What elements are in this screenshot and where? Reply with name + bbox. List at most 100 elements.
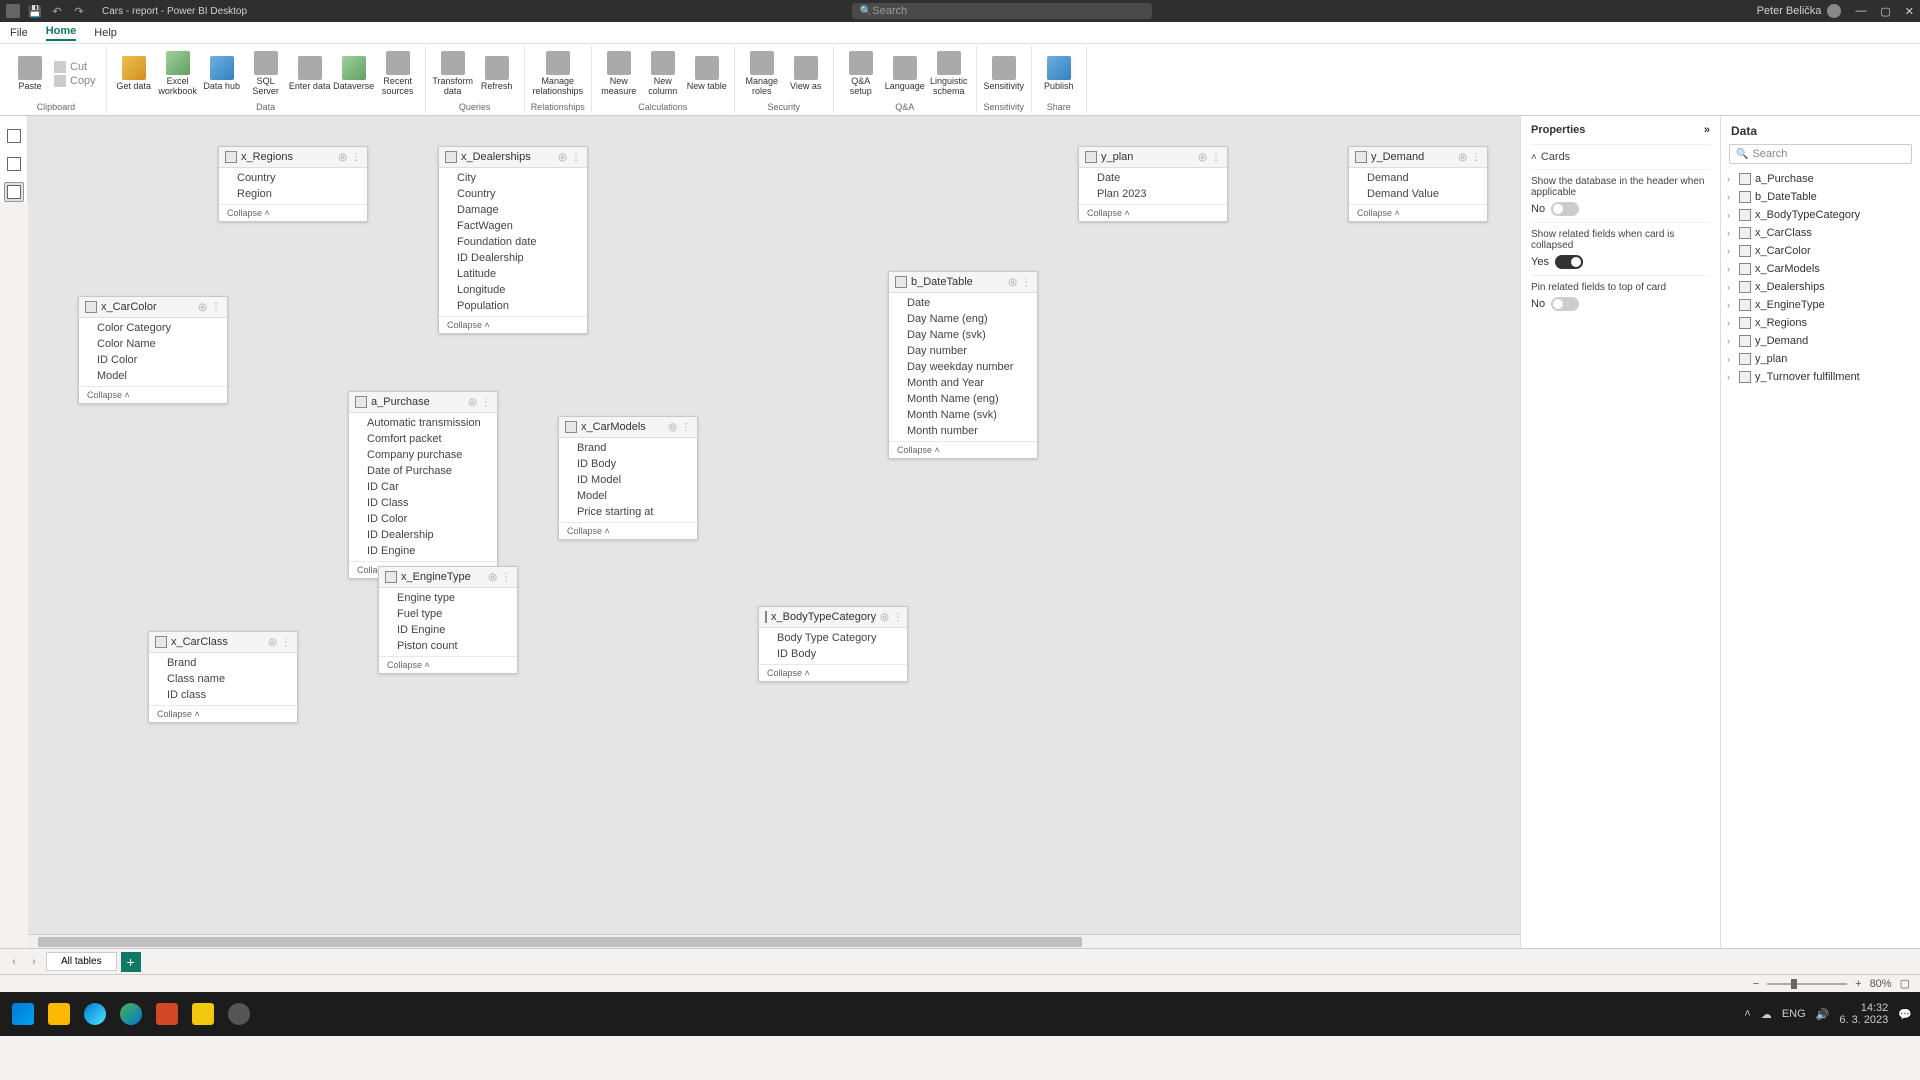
field-item[interactable]: FactWagen	[439, 218, 587, 234]
edge2-button[interactable]	[116, 999, 146, 1029]
more-icon[interactable]: ⋮	[211, 302, 221, 313]
field-item[interactable]: Day Name (svk)	[889, 327, 1037, 343]
more-icon[interactable]: ⋮	[893, 612, 903, 623]
field-item[interactable]: Engine type	[379, 590, 517, 606]
field-item[interactable]: Price starting at	[559, 504, 697, 520]
table-card-plan[interactable]: y_plan◎⋮DatePlan 2023Collapse ˄	[1078, 146, 1228, 222]
field-item[interactable]: Date	[889, 295, 1037, 311]
field-item[interactable]: ID class	[149, 687, 297, 703]
minimize-button[interactable]: —	[1855, 5, 1866, 18]
more-icon[interactable]: ⋮	[481, 397, 491, 408]
show-db-toggle[interactable]	[1551, 202, 1579, 216]
data-tree-item[interactable]: ›x_EngineType	[1725, 296, 1916, 314]
new-table-button[interactable]: New table	[686, 46, 728, 102]
table-card-demand[interactable]: y_Demand◎⋮DemandDemand ValueCollapse ˄	[1348, 146, 1488, 222]
field-item[interactable]: Foundation date	[439, 234, 587, 250]
collapse-link[interactable]: Collapse ˄	[559, 522, 697, 539]
close-button[interactable]: ✕	[1905, 5, 1914, 18]
data-view-button[interactable]	[4, 154, 24, 174]
field-item[interactable]: ID Color	[79, 352, 227, 368]
field-item[interactable]: ID Engine	[379, 622, 517, 638]
table-card-datetable[interactable]: b_DateTable◎⋮DateDay Name (eng)Day Name …	[888, 271, 1038, 459]
field-item[interactable]: ID Car	[349, 479, 497, 495]
more-icon[interactable]: ⋮	[681, 422, 691, 433]
tray-lang-icon[interactable]: ENG	[1782, 1008, 1806, 1020]
field-item[interactable]: Population	[439, 298, 587, 314]
field-item[interactable]: Model	[79, 368, 227, 384]
redo-icon[interactable]: ↷	[72, 4, 86, 18]
collapse-link[interactable]: Collapse ˄	[1349, 204, 1487, 221]
data-tree-item[interactable]: ›x_Regions	[1725, 314, 1916, 332]
collapse-link[interactable]: Collapse ˄	[1079, 204, 1227, 221]
settings-button[interactable]	[224, 999, 254, 1029]
field-item[interactable]: Date of Purchase	[349, 463, 497, 479]
eye-icon[interactable]: ◎	[198, 302, 207, 313]
user-account[interactable]: Peter Belička	[1757, 4, 1842, 18]
table-card-carcolor[interactable]: x_CarColor◎⋮Color CategoryColor NameID C…	[78, 296, 228, 404]
field-item[interactable]: Company purchase	[349, 447, 497, 463]
field-item[interactable]: Longitude	[439, 282, 587, 298]
tab-all-tables[interactable]: All tables	[46, 952, 117, 971]
field-item[interactable]: Region	[219, 186, 367, 202]
pin-fields-toggle[interactable]	[1551, 297, 1579, 311]
field-item[interactable]: Month Name (eng)	[889, 391, 1037, 407]
powerpoint-button[interactable]	[152, 999, 182, 1029]
collapse-link[interactable]: Collapse ˄	[79, 386, 227, 403]
data-tree-item[interactable]: ›a_Purchase	[1725, 170, 1916, 188]
sql-button[interactable]: SQL Server	[245, 46, 287, 102]
field-item[interactable]: Color Category	[79, 320, 227, 336]
eye-icon[interactable]: ◎	[1198, 152, 1207, 163]
field-item[interactable]: Country	[219, 170, 367, 186]
field-item[interactable]: Month number	[889, 423, 1037, 439]
collapse-link[interactable]: Collapse ˄	[759, 664, 907, 681]
field-item[interactable]: ID Dealership	[439, 250, 587, 266]
more-icon[interactable]: ⋮	[1471, 152, 1481, 163]
paste-button[interactable]: Paste	[12, 46, 48, 102]
report-view-button[interactable]	[4, 126, 24, 146]
data-tree-item[interactable]: ›y_Demand	[1725, 332, 1916, 350]
more-icon[interactable]: ⋮	[571, 152, 581, 163]
tray-chevron-icon[interactable]: ˄	[1744, 1008, 1750, 1020]
table-card-body[interactable]: x_BodyTypeCategory◎⋮Body Type CategoryID…	[758, 606, 908, 682]
eye-icon[interactable]: ◎	[668, 422, 677, 433]
field-item[interactable]: Month Name (svk)	[889, 407, 1037, 423]
publish-button[interactable]: Publish	[1038, 46, 1080, 102]
data-tree-item[interactable]: ›x_CarModels	[1725, 260, 1916, 278]
more-icon[interactable]: ⋮	[351, 152, 361, 163]
manage-roles-button[interactable]: Manage roles	[741, 46, 783, 102]
undo-icon[interactable]: ↶	[50, 4, 64, 18]
cards-section[interactable]: ˄ Cards	[1531, 151, 1710, 163]
collapse-link[interactable]: Collapse ˄	[439, 316, 587, 333]
field-item[interactable]: Fuel type	[379, 606, 517, 622]
language-button[interactable]: Language	[884, 46, 926, 102]
data-tree-item[interactable]: ›b_DateTable	[1725, 188, 1916, 206]
powerbi-button[interactable]	[188, 999, 218, 1029]
data-tree-item[interactable]: ›x_CarClass	[1725, 224, 1916, 242]
field-item[interactable]: Body Type Category	[759, 630, 907, 646]
data-tree-item[interactable]: ›x_Dealerships	[1725, 278, 1916, 296]
data-tree-item[interactable]: ›y_plan	[1725, 350, 1916, 368]
tray-notif-icon[interactable]: 💬	[1898, 1008, 1912, 1021]
more-icon[interactable]: ⋮	[281, 637, 291, 648]
field-item[interactable]: Automatic transmission	[349, 415, 497, 431]
field-item[interactable]: Plan 2023	[1079, 186, 1227, 202]
field-item[interactable]: Demand	[1349, 170, 1487, 186]
eye-icon[interactable]: ◎	[468, 397, 477, 408]
collapse-link[interactable]: Collapse ˄	[379, 656, 517, 673]
start-button[interactable]	[8, 999, 38, 1029]
field-item[interactable]: Month and Year	[889, 375, 1037, 391]
menu-file[interactable]: File	[10, 27, 28, 39]
zoom-in[interactable]: +	[1855, 978, 1861, 990]
table-card-regions[interactable]: x_Regions◎⋮CountryRegionCollapse ˄	[218, 146, 368, 222]
field-item[interactable]: ID Engine	[349, 543, 497, 559]
table-card-carclass[interactable]: x_CarClass◎⋮BrandClass nameID classColla…	[148, 631, 298, 723]
canvas-hscroll[interactable]	[28, 934, 1520, 948]
field-item[interactable]: ID Body	[559, 456, 697, 472]
field-item[interactable]: Damage	[439, 202, 587, 218]
tab-next[interactable]: ›	[26, 956, 42, 968]
collapse-props-icon[interactable]: »	[1704, 124, 1710, 136]
collapse-link[interactable]: Collapse ˄	[219, 204, 367, 221]
more-icon[interactable]: ⋮	[501, 572, 511, 583]
system-tray[interactable]: ˄ ☁ ENG 🔊 14:32 6. 3. 2023 💬	[1744, 1002, 1912, 1026]
field-item[interactable]: Demand Value	[1349, 186, 1487, 202]
